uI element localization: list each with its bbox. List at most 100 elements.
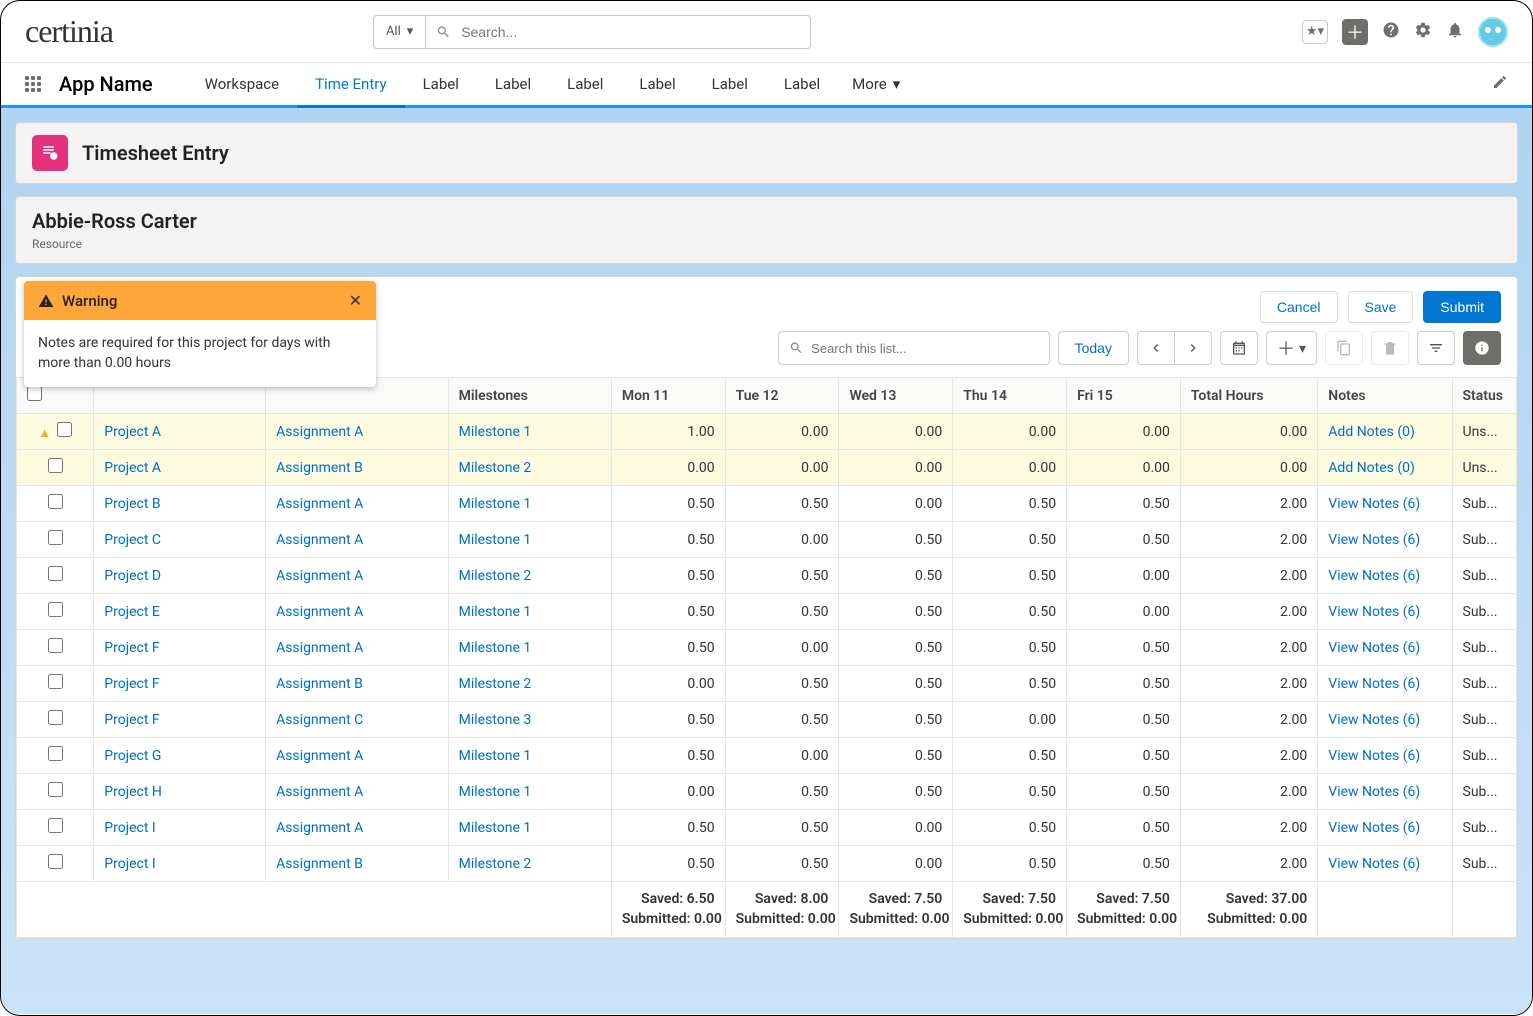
select-all-checkbox[interactable] (27, 386, 42, 401)
cell-thu[interactable]: 0.50 (953, 522, 1067, 558)
milestone-link[interactable]: Milestone 1 (459, 604, 532, 620)
cell-tue[interactable]: 0.00 (725, 450, 839, 486)
cell-wed[interactable]: 0.50 (839, 594, 953, 630)
project-link[interactable]: Project G (104, 748, 161, 764)
row-checkbox[interactable] (48, 458, 63, 473)
assignment-link[interactable]: Assignment A (276, 604, 363, 620)
cell-thu[interactable]: 0.50 (953, 738, 1067, 774)
user-avatar[interactable] (1478, 17, 1508, 47)
cell-fri[interactable]: 0.50 (1067, 846, 1181, 882)
notes-link[interactable]: View Notes (6) (1328, 856, 1420, 872)
setup-gear-icon[interactable] (1414, 21, 1432, 43)
cell-mon[interactable]: 0.00 (611, 774, 725, 810)
project-link[interactable]: Project D (104, 568, 161, 584)
project-link[interactable]: Project F (104, 676, 159, 692)
cell-tue[interactable]: 0.50 (725, 702, 839, 738)
cell-thu[interactable]: 0.50 (953, 594, 1067, 630)
cell-fri[interactable]: 0.00 (1067, 414, 1181, 450)
cell-thu[interactable]: 0.50 (953, 774, 1067, 810)
global-search[interactable] (426, 15, 811, 49)
cell-tue[interactable]: 0.00 (725, 630, 839, 666)
cell-tue[interactable]: 0.50 (725, 666, 839, 702)
cell-fri[interactable]: 0.50 (1067, 702, 1181, 738)
nav-item-label-7[interactable]: Label (766, 63, 838, 105)
cell-thu[interactable]: 0.50 (953, 666, 1067, 702)
milestone-link[interactable]: Milestone 2 (459, 568, 532, 584)
notes-link[interactable]: Add Notes (0) (1328, 424, 1415, 440)
save-button[interactable]: Save (1348, 291, 1414, 323)
cell-mon[interactable]: 0.50 (611, 486, 725, 522)
cell-fri[interactable]: 0.50 (1067, 810, 1181, 846)
milestone-link[interactable]: Milestone 1 (459, 784, 532, 800)
milestone-link[interactable]: Milestone 2 (459, 856, 532, 872)
milestone-link[interactable]: Milestone 1 (459, 424, 532, 440)
notes-link[interactable]: View Notes (6) (1328, 712, 1420, 728)
cancel-button[interactable]: Cancel (1260, 291, 1338, 323)
cell-tue[interactable]: 0.00 (725, 522, 839, 558)
project-link[interactable]: Project F (104, 712, 159, 728)
assignment-link[interactable]: Assignment A (276, 784, 363, 800)
cell-fri[interactable]: 0.50 (1067, 522, 1181, 558)
notes-link[interactable]: View Notes (6) (1328, 676, 1420, 692)
row-checkbox[interactable] (48, 854, 63, 869)
notes-link[interactable]: Add Notes (0) (1328, 460, 1415, 476)
nav-more[interactable]: More▾ (838, 75, 914, 93)
row-checkbox[interactable] (48, 782, 63, 797)
milestone-link[interactable]: Milestone 1 (459, 820, 532, 836)
cell-thu[interactable]: 0.50 (953, 630, 1067, 666)
assignment-link[interactable]: Assignment B (276, 856, 363, 872)
cell-wed[interactable]: 0.00 (839, 414, 953, 450)
cell-tue[interactable]: 0.50 (725, 774, 839, 810)
cell-fri[interactable]: 0.50 (1067, 738, 1181, 774)
nav-item-label-2[interactable]: Label (405, 63, 477, 105)
cell-mon[interactable]: 0.50 (611, 630, 725, 666)
project-link[interactable]: Project I (104, 820, 155, 836)
assignment-link[interactable]: Assignment A (276, 496, 363, 512)
cell-mon[interactable]: 0.50 (611, 810, 725, 846)
cell-wed[interactable]: 0.50 (839, 522, 953, 558)
cell-fri[interactable]: 0.00 (1067, 558, 1181, 594)
notes-link[interactable]: View Notes (6) (1328, 604, 1420, 620)
nav-item-time-entry-1[interactable]: Time Entry (297, 63, 404, 105)
cell-fri[interactable]: 0.50 (1067, 630, 1181, 666)
nav-item-label-5[interactable]: Label (621, 63, 693, 105)
cell-wed[interactable]: 0.50 (839, 630, 953, 666)
project-link[interactable]: Project A (104, 460, 161, 476)
cell-thu[interactable]: 0.50 (953, 810, 1067, 846)
cell-tue[interactable]: 0.50 (725, 810, 839, 846)
milestone-link[interactable]: Milestone 1 (459, 496, 532, 512)
cell-tue[interactable]: 0.00 (725, 738, 839, 774)
milestone-link[interactable]: Milestone 2 (459, 676, 532, 692)
milestone-link[interactable]: Milestone 2 (459, 460, 532, 476)
cell-mon[interactable]: 0.50 (611, 558, 725, 594)
next-week-button[interactable] (1175, 331, 1212, 365)
assignment-link[interactable]: Assignment C (276, 712, 363, 728)
cell-wed[interactable]: 0.00 (839, 846, 953, 882)
search-scope-select[interactable]: All ▾ (373, 15, 426, 49)
list-search-input[interactable] (811, 341, 1038, 356)
assignment-link[interactable]: Assignment A (276, 568, 363, 584)
cell-fri[interactable]: 0.50 (1067, 774, 1181, 810)
assignment-link[interactable]: Assignment A (276, 748, 363, 764)
assignment-link[interactable]: Assignment A (276, 820, 363, 836)
row-checkbox[interactable] (57, 422, 72, 437)
global-search-input[interactable] (461, 24, 800, 40)
nav-item-label-6[interactable]: Label (694, 63, 766, 105)
cell-mon[interactable]: 0.50 (611, 846, 725, 882)
row-checkbox[interactable] (48, 602, 63, 617)
cell-wed[interactable]: 0.50 (839, 774, 953, 810)
project-link[interactable]: Project B (104, 496, 160, 512)
cell-thu[interactable]: 0.00 (953, 450, 1067, 486)
cell-fri[interactable]: 0.50 (1067, 486, 1181, 522)
cell-mon[interactable]: 0.00 (611, 666, 725, 702)
nav-item-label-4[interactable]: Label (549, 63, 621, 105)
app-launcher-icon[interactable] (25, 76, 41, 92)
prev-week-button[interactable] (1137, 331, 1175, 365)
notes-link[interactable]: View Notes (6) (1328, 820, 1420, 836)
cell-mon[interactable]: 0.00 (611, 450, 725, 486)
project-link[interactable]: Project A (104, 424, 161, 440)
project-link[interactable]: Project I (104, 856, 155, 872)
cell-tue[interactable]: 0.00 (725, 414, 839, 450)
calendar-button[interactable] (1220, 331, 1258, 365)
cell-thu[interactable]: 0.50 (953, 558, 1067, 594)
